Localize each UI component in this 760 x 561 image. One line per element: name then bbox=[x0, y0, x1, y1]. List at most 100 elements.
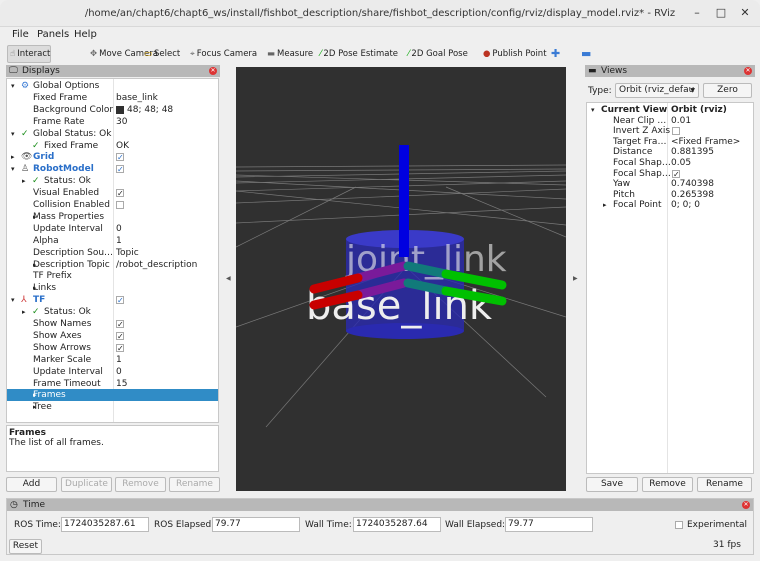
display-row[interactable]: ▸ Frames bbox=[7, 389, 218, 402]
enable-checkbox[interactable]: ✓ bbox=[116, 343, 124, 352]
view-checkbox[interactable]: ✓ bbox=[672, 169, 680, 178]
check-icon: ✓ bbox=[21, 128, 29, 139]
expand-closed-icon[interactable]: ▸ bbox=[22, 306, 26, 318]
display-row[interactable]: Alpha 1 bbox=[7, 235, 218, 247]
display-row[interactable]: ▸ Links bbox=[7, 282, 218, 294]
display-row[interactable]: ▸ Description Topic/robot_description bbox=[7, 259, 218, 271]
view-type-select[interactable]: Orbit (rviz_defau ▼ bbox=[615, 83, 699, 98]
tool-measure[interactable]: ▬ Measure bbox=[265, 45, 313, 63]
display-row[interactable]: ▸ Mass Properties bbox=[7, 211, 218, 223]
expand-closed-icon[interactable]: ▸ bbox=[22, 175, 26, 187]
add-tool-icon[interactable]: ✚ bbox=[551, 47, 560, 60]
display-row[interactable]: ▾ ⅄ TF ✓ bbox=[7, 294, 218, 306]
row-label: Links bbox=[33, 283, 57, 294]
display-row[interactable]: Show Arrows ✓ bbox=[7, 342, 218, 354]
3d-viewport[interactable]: joint_link base_link bbox=[236, 67, 566, 491]
tool-interact[interactable]: ☝ Interact bbox=[7, 45, 52, 63]
expand-open-icon[interactable]: ▾ bbox=[11, 80, 15, 92]
rename-button[interactable]: Rename bbox=[169, 477, 220, 492]
eye-icon: 👁 bbox=[21, 152, 33, 163]
tool-select[interactable]: ▭ Select bbox=[142, 45, 180, 63]
add-button[interactable]: Add bbox=[6, 477, 57, 492]
display-row[interactable]: Description Sou… Topic bbox=[7, 247, 218, 259]
view-checkbox[interactable] bbox=[672, 127, 680, 136]
display-row[interactable]: Marker Scale 1 bbox=[7, 354, 218, 366]
ros-time-field[interactable]: 1724035287.61 bbox=[61, 517, 149, 532]
ruler-icon: ▬ bbox=[267, 49, 276, 59]
display-row[interactable]: Collision Enabled bbox=[7, 199, 218, 211]
expand-open-icon[interactable]: ▾ bbox=[11, 128, 15, 140]
row-label: Global Status: Ok bbox=[33, 128, 112, 139]
collapse-right-icon[interactable]: ▶ bbox=[573, 275, 578, 282]
ros-elapsed-field[interactable]: 79.77 bbox=[212, 517, 300, 532]
menu-file[interactable]: File bbox=[12, 29, 29, 40]
menu-bar: File Panels Help bbox=[0, 27, 760, 42]
tool-focus-camera[interactable]: ⌖ Focus Camera bbox=[188, 45, 257, 63]
expand-open-icon[interactable]: ▾ bbox=[11, 163, 15, 175]
display-row[interactable]: ▾ ✓ Global Status: Ok bbox=[7, 128, 218, 140]
display-row[interactable]: Update Interval 0 bbox=[7, 223, 218, 235]
window-title: /home/an/chapt6/chapt6_ws/install/fishbo… bbox=[84, 8, 676, 19]
enable-checkbox[interactable]: ✓ bbox=[116, 153, 124, 162]
enable-checkbox[interactable] bbox=[116, 201, 124, 209]
view-save-button[interactable]: Save bbox=[586, 477, 638, 492]
row-label: Grid bbox=[33, 152, 55, 163]
minimize-button[interactable]: – bbox=[690, 6, 704, 20]
expand-open-icon[interactable]: ▾ bbox=[11, 294, 15, 306]
enable-checkbox[interactable]: ✓ bbox=[116, 189, 124, 198]
reset-button[interactable]: Reset bbox=[9, 539, 42, 554]
wall-time-field[interactable]: 1724035287.64 bbox=[353, 517, 441, 532]
enable-checkbox[interactable]: ✓ bbox=[116, 296, 124, 305]
display-row[interactable]: Frame Timeout 15 bbox=[7, 378, 218, 390]
display-row[interactable]: Background Color 48; 48; 48 bbox=[7, 104, 218, 116]
display-row[interactable]: ▸ Tree bbox=[7, 401, 218, 413]
tool-publish-point[interactable]: ● Publish Point bbox=[481, 45, 547, 63]
display-row[interactable]: Update Interval 0 bbox=[7, 366, 218, 378]
enable-checkbox[interactable]: ✓ bbox=[116, 165, 124, 174]
remove-button[interactable]: Remove bbox=[115, 477, 166, 492]
duplicate-button[interactable]: Duplicate bbox=[61, 477, 112, 492]
wall-elapsed-field[interactable]: 79.77 bbox=[505, 517, 593, 532]
display-row[interactable]: Show Axes ✓ bbox=[7, 330, 218, 342]
display-row[interactable]: ✓ Fixed Frame OK bbox=[7, 140, 218, 152]
close-panel-icon[interactable]: ✕ bbox=[742, 501, 750, 509]
view-remove-button[interactable]: Remove bbox=[642, 477, 693, 492]
expand-closed-icon[interactable]: ▸ bbox=[11, 151, 15, 163]
zero-button[interactable]: Zero bbox=[703, 83, 752, 98]
tool-2d-pose-estimate[interactable]: ⁄ 2D Pose Estimate bbox=[318, 45, 398, 63]
display-row[interactable]: TF Prefix bbox=[7, 270, 218, 282]
display-row[interactable]: ▸ ✓ Status: Ok bbox=[7, 175, 218, 187]
displays-tree[interactable]: ▾ ⚙ Global Options Fixed Frame base_link Back… bbox=[6, 78, 219, 423]
menu-help[interactable]: Help bbox=[74, 29, 97, 40]
display-row[interactable]: Show Names ✓ bbox=[7, 318, 218, 330]
maximize-button[interactable]: □ bbox=[714, 6, 728, 20]
expand-closed-icon[interactable]: ▸ bbox=[603, 199, 607, 211]
display-row[interactable]: Fixed Frame base_link bbox=[7, 92, 218, 104]
wall-elapsed-label: Wall Elapsed: bbox=[445, 520, 506, 530]
remove-tool-icon[interactable]: ▬ bbox=[581, 47, 591, 60]
views-tree[interactable]: ▾ Current View Orbit (rviz) Near Clip … 0.01… bbox=[586, 102, 754, 474]
map-pin-icon: ● bbox=[483, 49, 491, 59]
check-icon: ✓ bbox=[32, 307, 40, 318]
menu-panels[interactable]: Panels bbox=[37, 29, 69, 40]
collapse-left-icon[interactable]: ◀ bbox=[226, 275, 231, 282]
close-panel-icon[interactable]: ✕ bbox=[744, 67, 752, 75]
display-row[interactable]: Frame Rate 30 bbox=[7, 116, 218, 128]
view-row[interactable]: ▸ Focal Point 0; 0; 0 bbox=[587, 199, 753, 211]
close-button[interactable]: ✕ bbox=[738, 6, 752, 20]
experimental-checkbox[interactable] bbox=[675, 521, 683, 529]
display-row[interactable]: ▸ ✓ Status: Ok bbox=[7, 306, 218, 318]
tool-2d-goal-pose[interactable]: ⁄ 2D Goal Pose bbox=[406, 45, 468, 63]
enable-checkbox[interactable]: ✓ bbox=[116, 331, 124, 340]
row-label: Update Interval bbox=[33, 366, 103, 377]
display-row[interactable]: ▾ ⚙ Global Options bbox=[7, 80, 218, 92]
enable-checkbox[interactable]: ✓ bbox=[116, 320, 124, 329]
view-rename-button[interactable]: Rename bbox=[697, 477, 752, 492]
display-row[interactable]: Visual Enabled ✓ bbox=[7, 187, 218, 199]
close-panel-icon[interactable]: ✕ bbox=[209, 67, 217, 75]
row-label: Description Sou… bbox=[33, 247, 114, 258]
color-swatch[interactable] bbox=[116, 105, 124, 114]
row-value: 15 bbox=[116, 378, 128, 389]
display-row[interactable]: ▸ 👁 Grid ✓ bbox=[7, 151, 218, 163]
display-row[interactable]: ▾ ♙ RobotModel ✓ bbox=[7, 163, 218, 175]
